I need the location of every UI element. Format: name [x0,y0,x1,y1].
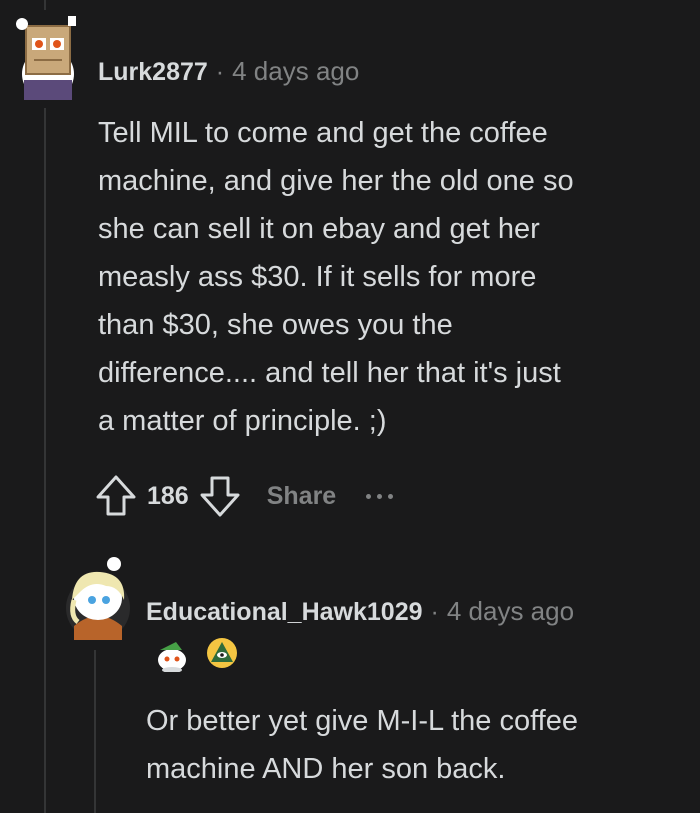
more-options-icon[interactable] [366,493,394,499]
comment-body-line: a matter of principle. ;) [98,405,387,437]
comment-body-line: machine, and give her the old one so [98,165,574,197]
comment-body-line: than $30, she owes you the [98,309,453,341]
thread-collapse-line[interactable] [44,108,46,813]
username[interactable]: Educational_Hawk1029 [146,598,423,627]
thread-collapse-line[interactable] [94,650,96,813]
snoo-blonde-hair-avatar-icon [66,557,130,640]
comment-body: Tell MIL to come and get the coffee mach… [98,109,688,445]
timestamp[interactable]: 4 days ago [447,596,574,627]
username[interactable]: Lurk2877 [98,58,208,87]
user-avatar[interactable] [62,556,134,644]
meta-separator: · [430,598,439,626]
comment-body-line: Or better yet give M-I-L the coffee [146,705,578,737]
thread-line-top [44,0,46,10]
comment-meta: Lurk2877 · 4 days ago [98,56,359,87]
snoo-award-icon[interactable] [152,638,192,677]
downvote-icon[interactable] [199,474,241,518]
comment-body-line: machine AND her son back. [146,753,506,785]
comment-meta: Educational_Hawk1029 · 4 days ago [146,596,574,627]
comment-body-line: she can sell it on ebay and get her [98,213,540,245]
pyramid-eye-award-icon[interactable] [205,636,239,675]
comment-body: Or better yet give M-I-L the coffee mach… [146,697,686,793]
timestamp[interactable]: 4 days ago [232,56,359,87]
meta-separator: · [215,58,225,86]
upvote-icon[interactable] [95,474,137,518]
vote-count: 186 [147,481,189,510]
comment-body-line: difference.... and tell her that it's ju… [98,357,561,389]
comment-body-line: Tell MIL to come and get the coffee [98,117,548,149]
share-button[interactable]: Share [267,482,336,511]
comment-actions: 186 Share [95,474,394,518]
user-avatar[interactable] [12,12,84,102]
comment-body-line: measly ass $30. If it sells for more [98,261,537,293]
snoo-box-head-avatar-icon [16,16,76,100]
